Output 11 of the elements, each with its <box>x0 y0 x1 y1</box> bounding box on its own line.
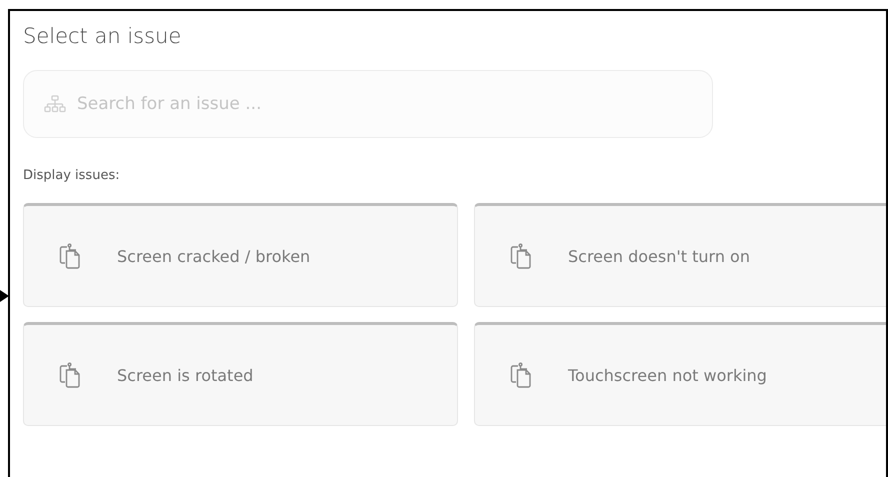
dialog-title: Select an issue <box>23 24 182 48</box>
issue-card[interactable]: Screen is rotated <box>23 322 458 426</box>
issue-card[interactable]: Screen doesn't turn on <box>474 203 886 307</box>
section-label: Display issues: <box>23 168 121 183</box>
search-field[interactable]: Search for an issue ... <box>23 70 713 138</box>
clipboard-icon <box>59 243 81 269</box>
clipboard-icon <box>510 243 532 269</box>
issue-card[interactable]: Screen cracked / broken <box>23 203 458 307</box>
issue-card[interactable]: Touchscreen not working <box>474 322 886 426</box>
clipboard-icon <box>510 362 532 388</box>
clipboard-icon <box>59 362 81 388</box>
